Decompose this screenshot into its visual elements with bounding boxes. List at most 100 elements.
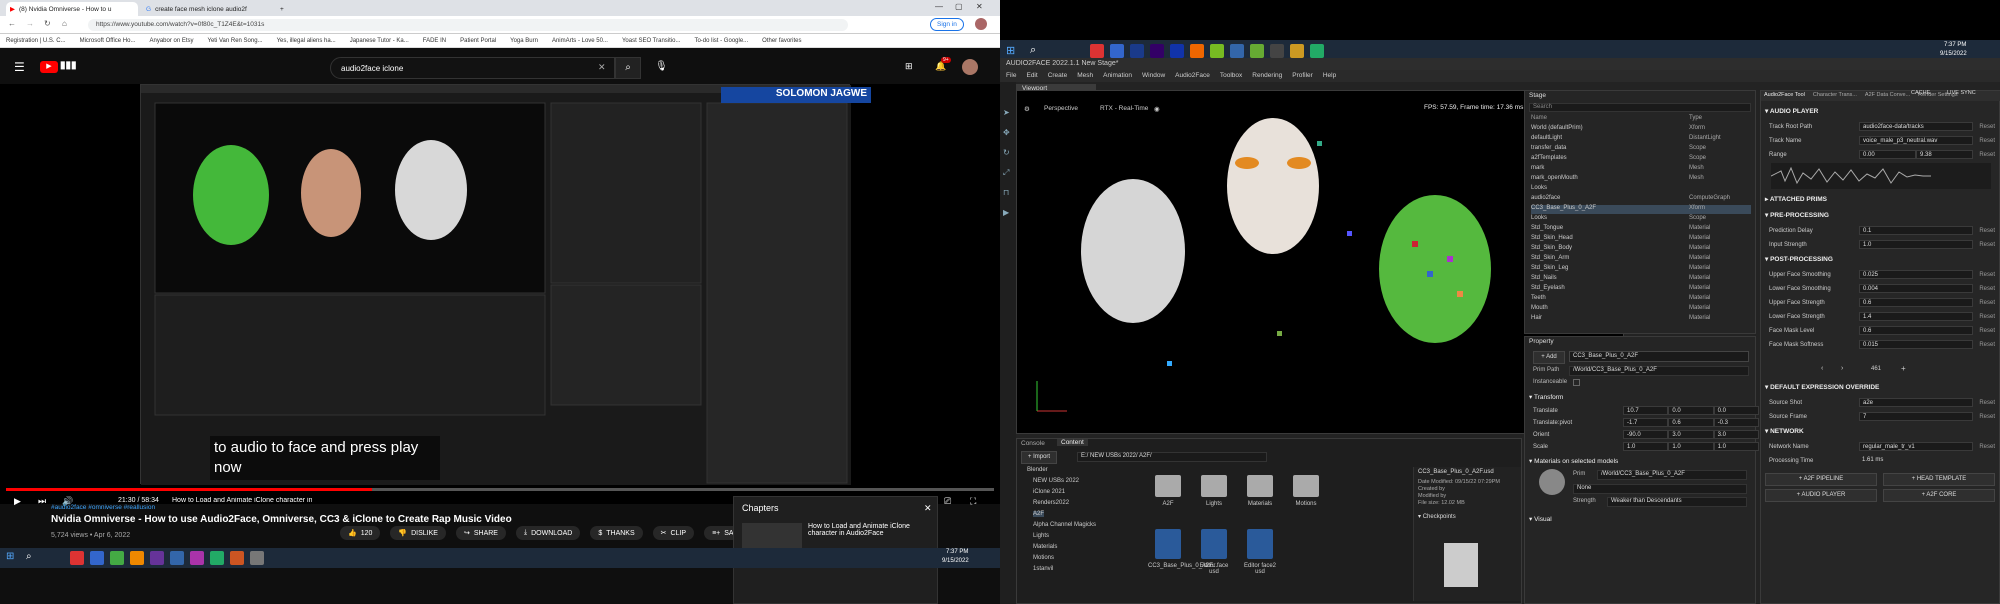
default-expression-section[interactable]: ▾ DEFAULT EXPRESSION OVERRIDE: [1765, 383, 1879, 391]
a2f-core-button[interactable]: + A2F CORE: [1883, 489, 1995, 502]
app-icon[interactable]: [1210, 44, 1224, 58]
app-icon[interactable]: [1150, 44, 1164, 58]
profile-avatar[interactable]: [975, 18, 987, 30]
app-icon[interactable]: [170, 551, 184, 565]
app-icon[interactable]: [1130, 44, 1144, 58]
renderer-dropdown[interactable]: RTX - Real-Time: [1100, 105, 1148, 112]
app-icon[interactable]: [1270, 44, 1284, 58]
content-tree-item[interactable]: Renders2022: [1033, 500, 1069, 506]
app-icon[interactable]: [250, 551, 264, 565]
chapter-label[interactable]: How to Load and Animate iClone character…: [172, 497, 312, 504]
account-avatar[interactable]: [962, 59, 978, 75]
tab-console[interactable]: Console: [1021, 440, 1045, 447]
forward-icon[interactable]: →: [26, 19, 34, 28]
content-tree-item[interactable]: A2F: [1033, 511, 1045, 517]
app-icon[interactable]: [1190, 44, 1204, 58]
usd-file-icon[interactable]: [1247, 529, 1273, 559]
maximize-icon[interactable]: ▢: [955, 2, 963, 11]
live-sync-label[interactable]: LIVE SYNC: [1947, 90, 1976, 96]
network-name-select[interactable]: regular_male_tr_v1: [1859, 442, 1973, 451]
minimize-icon[interactable]: —: [935, 2, 943, 11]
search-icon[interactable]: ⌕: [615, 57, 641, 79]
menu-item[interactable]: Window: [1142, 72, 1165, 80]
close-icon[interactable]: ✕: [976, 2, 983, 11]
tab-character-transfer[interactable]: Character Trans...: [1813, 92, 1857, 100]
bookmark-item[interactable]: Microsoft Office Ho...: [80, 38, 136, 44]
postprocessing-section[interactable]: ▾ POST-PROCESSING: [1765, 255, 1833, 263]
app-icon[interactable]: [1230, 44, 1244, 58]
stage-tree-row[interactable]: a2fTemplates Scope: [1531, 155, 1751, 164]
menu-item[interactable]: Animation: [1103, 72, 1132, 80]
windows-start-icon[interactable]: ⊞: [1006, 44, 1015, 57]
app-icon[interactable]: [1290, 44, 1304, 58]
content-tree-item[interactable]: NEW USBs 2022: [1033, 478, 1079, 484]
reset-button[interactable]: Reset: [1973, 152, 1995, 158]
tab-property[interactable]: Property: [1529, 338, 1554, 345]
materials-section[interactable]: ▾ Materials on selected models: [1529, 457, 1618, 465]
stage-tree-row[interactable]: CC3_Base_Plus_0_A2F Xform: [1531, 205, 1751, 214]
reset-button[interactable]: Reset: [1973, 314, 1995, 320]
bookmark-item[interactable]: Yeti Van Ren Song...: [208, 38, 263, 44]
track-root-field[interactable]: audio2face-data/tracks: [1859, 122, 1973, 131]
cast-icon[interactable]: ⎚: [944, 496, 951, 507]
pivot-y[interactable]: 0.6: [1668, 418, 1714, 427]
checkpoints-label[interactable]: ▾ Checkpoints: [1418, 513, 1456, 520]
bookmark-item[interactable]: Registration | U.S. C...: [6, 38, 66, 44]
app-icon[interactable]: [190, 551, 204, 565]
next-frame-icon[interactable]: ›: [1841, 365, 1843, 372]
create-icon[interactable]: ⊞: [905, 61, 913, 72]
snap-icon[interactable]: ⊓: [1003, 188, 1009, 197]
close-chapters-icon[interactable]: ✕: [924, 503, 932, 514]
pivot-x[interactable]: -1.7: [1623, 418, 1669, 427]
play-icon[interactable]: ▶: [14, 496, 21, 507]
app-icon[interactable]: [1170, 44, 1184, 58]
search-icon[interactable]: ⌕: [1030, 44, 1036, 57]
scale-x[interactable]: 1.0: [1623, 442, 1669, 451]
prim-path-field[interactable]: /World/CC3_Base_Plus_0_A2F: [1569, 366, 1749, 376]
share-button[interactable]: ↪ SHARE: [455, 526, 506, 540]
orient-y[interactable]: 3.0: [1668, 430, 1714, 439]
content-tree-item[interactable]: Alpha Channel Magicks: [1033, 522, 1096, 528]
bookmark-item[interactable]: Yes, illegal aliens ha...: [277, 38, 336, 44]
import-button[interactable]: + Import: [1021, 451, 1057, 464]
tab-stage[interactable]: Stage: [1529, 92, 1546, 99]
app-icon[interactable]: [230, 551, 244, 565]
menu-item[interactable]: Edit: [1026, 72, 1037, 80]
app-icon[interactable]: [130, 551, 144, 565]
reset-button[interactable]: Reset: [1973, 342, 1995, 348]
stage-tree-row[interactable]: Teeth Material: [1531, 295, 1751, 304]
folder-icon[interactable]: [1155, 475, 1181, 497]
folder-label[interactable]: Motions: [1286, 501, 1326, 507]
folder-label[interactable]: Materials: [1240, 501, 1280, 507]
attached-prims-section[interactable]: ▸ ATTACHED PRIMS: [1765, 195, 1827, 203]
download-button[interactable]: ⤓ DOWNLOAD: [515, 526, 581, 540]
visual-section[interactable]: ▾ Visual: [1529, 515, 1552, 523]
bookmark-item[interactable]: Japanese Tutor - Ka...: [350, 38, 409, 44]
tab-content[interactable]: Content: [1057, 439, 1088, 446]
bookmark-item[interactable]: FADE IN: [423, 38, 446, 44]
bookmark-item[interactable]: Other favorites: [762, 38, 801, 44]
stage-tree-row[interactable]: defaultLight DistantLight: [1531, 135, 1751, 144]
stage-tree-row[interactable]: Hair Material: [1531, 315, 1751, 324]
reset-button[interactable]: Reset: [1973, 286, 1995, 292]
menu-item[interactable]: Audio2Face: [1175, 72, 1210, 80]
stage-tree-row[interactable]: Std_Skin_Leg Material: [1531, 265, 1751, 274]
post-slider[interactable]: 0.025: [1859, 270, 1973, 279]
youtube-logo-icon[interactable]: ▶: [40, 61, 58, 73]
menu-item[interactable]: File: [1006, 72, 1016, 80]
stage-tree-row[interactable]: Std_Skin_Body Material: [1531, 245, 1751, 254]
audio-waveform[interactable]: [1770, 163, 1991, 189]
menu-item[interactable]: Create: [1048, 72, 1068, 80]
video-player[interactable]: SOLOMON JAGWE to audio to face and press…: [0, 84, 1000, 507]
menu-item[interactable]: Rendering: [1252, 72, 1282, 80]
stage-tree-row[interactable]: Looks: [1531, 185, 1751, 194]
menu-icon[interactable]: ☰: [14, 60, 25, 74]
translate-x[interactable]: 10.7: [1623, 406, 1669, 415]
input-strength-slider[interactable]: 1.0: [1859, 240, 1973, 249]
bookmark-item[interactable]: Patient Portal: [460, 38, 496, 44]
app-icon[interactable]: [1310, 44, 1324, 58]
app-icon[interactable]: [70, 551, 84, 565]
search-icon[interactable]: ⌕: [26, 551, 32, 562]
a2f-pipeline-button[interactable]: + A2F PIPELINE: [1765, 473, 1877, 486]
post-slider[interactable]: 0.6: [1859, 298, 1973, 307]
